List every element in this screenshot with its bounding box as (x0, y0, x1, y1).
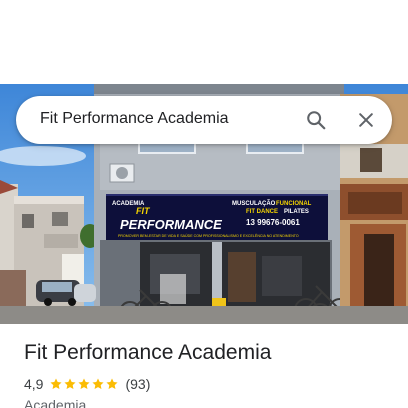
search-button[interactable] (300, 104, 332, 136)
place-name: Fit Performance Academia (24, 341, 272, 364)
star-icon (64, 378, 77, 390)
svg-text:PERFORMANCE: PERFORMANCE (120, 217, 222, 232)
review-count[interactable]: (93) (125, 376, 150, 392)
svg-text:PILATES: PILATES (284, 209, 309, 215)
svg-text:PROMOVER BEM-ESTAR DE VIDA E S: PROMOVER BEM-ESTAR DE VIDA E SAÚDE COM P… (118, 233, 299, 238)
star-icon (78, 378, 91, 390)
svg-text:FIT: FIT (136, 206, 151, 216)
close-icon[interactable] (356, 110, 376, 130)
search-input[interactable]: Fit Performance Academia (40, 110, 229, 128)
svg-text:13 99676-0061: 13 99676-0061 (246, 218, 300, 227)
place-panel: ACADEMIA FIT PERFORMANCE MUSCULAÇÃO FUNC… (0, 0, 408, 408)
place-category: Academia (24, 397, 87, 408)
rating-row[interactable]: 4,9 (93) (24, 375, 150, 393)
star-icon (50, 378, 63, 390)
svg-text:FIT DANCE: FIT DANCE (246, 209, 278, 215)
star-icon (92, 378, 105, 390)
svg-text:FUNCIONAL: FUNCIONAL (276, 201, 312, 207)
svg-text:MUSCULAÇÃO: MUSCULAÇÃO (232, 200, 276, 207)
search-bar[interactable]: Fit Performance Academia (16, 96, 392, 144)
rating-stars (49, 377, 119, 391)
search-icon[interactable] (305, 109, 327, 131)
close-button[interactable] (350, 104, 382, 136)
star-icon (106, 378, 119, 390)
top-blank-area (0, 0, 408, 84)
rating-value: 4,9 (24, 376, 44, 392)
